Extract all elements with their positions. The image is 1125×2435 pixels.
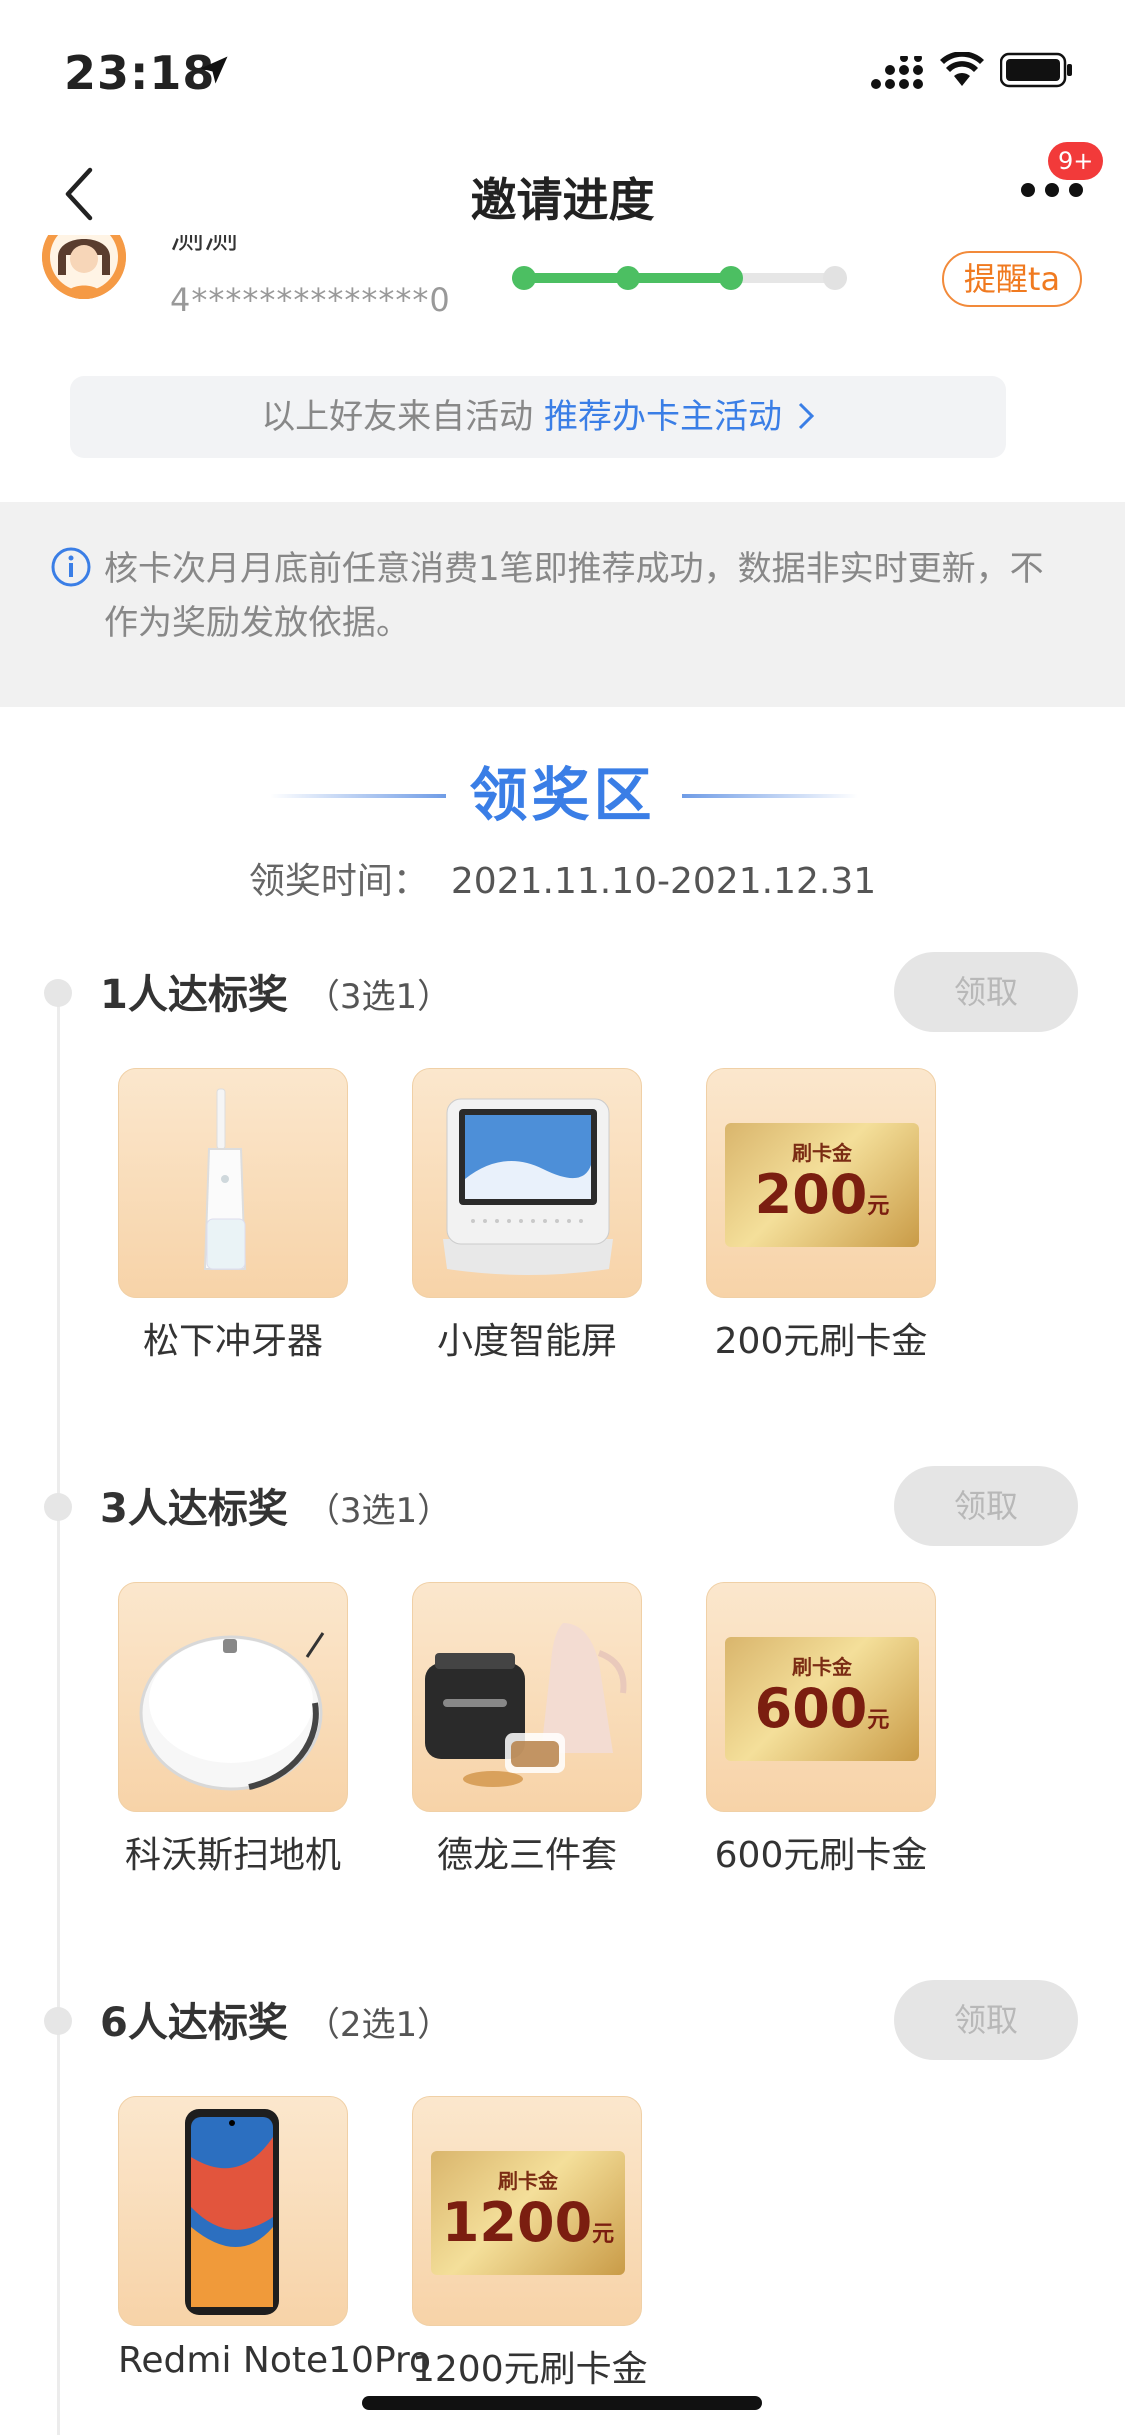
prize-name: Redmi Note10Pro — [118, 2340, 432, 2381]
prize-image: 刷卡金 1200元 — [412, 2096, 642, 2326]
friend-row: 测测 4**************0 提醒ta — [0, 235, 1125, 335]
prize-item[interactable]: 刷卡金 1200元 1200元刷卡金 — [412, 2096, 648, 2392]
award-time-value: 2021.11.10-2021.12.31 — [450, 861, 877, 902]
prize-item[interactable]: 刷卡金 200元 200元刷卡金 — [706, 1068, 936, 1364]
claim-button[interactable]: 领取 — [894, 1980, 1078, 2060]
notice-text: 核卡次月月底前任意消费1笔即推荐成功，数据非实时更新，不作为奖励发放依据。 — [104, 549, 1044, 643]
chevron-right-icon — [798, 402, 814, 430]
invite-progress-bar — [512, 266, 847, 290]
prize-item[interactable]: Redmi Note10Pro — [118, 2096, 432, 2381]
prize-name: 小度智能屏 — [436, 1321, 617, 1362]
card-amount-value: 1200 — [441, 2191, 593, 2254]
friend-card-number: 4**************0 — [170, 281, 451, 319]
battery-icon — [1000, 52, 1072, 88]
progress-step-dot — [512, 266, 536, 290]
timeline-line — [57, 990, 60, 2435]
prize-image: 刷卡金 200元 — [706, 1068, 936, 1298]
source-link-label: 推荐办卡主活动 — [544, 397, 782, 437]
prize-image — [412, 1068, 642, 1298]
location-arrow-icon — [200, 56, 228, 84]
prize-image — [118, 2096, 348, 2326]
prize-name: 松下冲牙器 — [142, 1321, 323, 1362]
person-avatar-icon — [42, 235, 126, 299]
tier-note: （3选1） — [305, 977, 452, 1017]
award-time-label: 领奖时间： — [248, 861, 429, 902]
robot-vacuum-icon — [139, 1632, 325, 1791]
nav-bar: 邀请进度 9+ — [0, 140, 1125, 245]
tier-title-text: 3人达标奖 — [100, 1486, 288, 1532]
notice-panel: 核卡次月月底前任意消费1笔即推荐成功，数据非实时更新，不作为奖励发放依据。 — [0, 502, 1125, 707]
prize-name: 科沃斯扫地机 — [124, 1835, 341, 1876]
page-title: 邀请进度 — [470, 173, 655, 227]
progress-step-dot — [719, 266, 744, 290]
prize-image — [118, 1068, 348, 1298]
friend-name: 测测 — [170, 235, 238, 257]
card-unit: 元 — [592, 2222, 615, 2247]
prize-name: 600元刷卡金 — [714, 1835, 928, 1876]
claim-button[interactable]: 领取 — [894, 1466, 1078, 1546]
card-amount: 200元 — [725, 1163, 919, 1226]
card-amount: 600元 — [725, 1677, 919, 1740]
prize-item[interactable]: 科沃斯扫地机 — [118, 1582, 348, 1878]
tier-note: （3选1） — [305, 1491, 452, 1531]
prize-name: 德龙三件套 — [436, 1835, 617, 1876]
info-icon — [51, 547, 91, 587]
prize-image — [118, 1582, 348, 1812]
avatar — [42, 235, 126, 299]
smartphone-icon — [185, 2109, 279, 2315]
award-time: 领奖时间： 2021.11.10-2021.12.31 — [0, 852, 1125, 904]
award-title: 领奖区 — [469, 761, 656, 829]
prize-item[interactable]: 德龙三件套 — [412, 1582, 642, 1878]
timeline-dot — [44, 2007, 72, 2035]
card-amount: 1200元 — [431, 2191, 625, 2254]
prize-item[interactable]: 松下冲牙器 — [118, 1068, 348, 1364]
progress-step-dot — [823, 266, 847, 290]
source-activity-link[interactable]: 推荐办卡主活动 — [544, 397, 815, 437]
tier-title: 1人达标奖 （3选1） — [100, 962, 451, 1020]
source-text: 以上好友来自活动 — [261, 397, 534, 437]
gold-card-icon: 刷卡金 200元 — [725, 1123, 919, 1247]
kitchen-set-icon — [425, 1623, 627, 1787]
card-amount-value: 600 — [754, 1677, 868, 1740]
status-time: 23:18 — [64, 46, 216, 100]
card-unit: 元 — [867, 1194, 890, 1219]
divider-left — [270, 794, 446, 798]
prize-item[interactable]: 小度智能屏 — [412, 1068, 642, 1364]
prize-item[interactable]: 刷卡金 600元 600元刷卡金 — [706, 1582, 936, 1878]
home-indicator — [362, 2396, 762, 2410]
prize-name: 200元刷卡金 — [714, 1321, 928, 1362]
timeline-dot — [44, 979, 72, 1007]
tier-title: 3人达标奖 （3选1） — [100, 1476, 451, 1534]
smart-display-icon — [443, 1098, 613, 1275]
card-label: 刷卡金 — [792, 1141, 852, 1165]
cellular-signal-icon — [871, 56, 923, 89]
remind-button[interactable]: 提醒ta — [942, 251, 1082, 307]
more-dots-icon[interactable] — [1020, 180, 1084, 200]
tier-title-text: 6人达标奖 — [100, 2000, 288, 2046]
tier-title: 6人达标奖 （2选1） — [100, 1990, 451, 2048]
card-label: 刷卡金 — [792, 1655, 852, 1679]
prize-image: 刷卡金 600元 — [706, 1582, 936, 1812]
tier-title-text: 1人达标奖 — [100, 972, 288, 1018]
card-amount-value: 200 — [754, 1163, 868, 1226]
card-label: 刷卡金 — [498, 2169, 558, 2193]
wifi-icon — [940, 52, 984, 86]
tier-note: （2选1） — [305, 2005, 452, 2045]
timeline-dot — [44, 1493, 72, 1521]
divider-right — [682, 794, 858, 798]
gold-card-icon: 刷卡金 1200元 — [431, 2151, 625, 2275]
card-unit: 元 — [867, 1708, 890, 1733]
prize-image — [412, 1582, 642, 1812]
status-bar: 23:18 — [0, 0, 1125, 140]
gold-card-icon: 刷卡金 600元 — [725, 1637, 919, 1761]
source-activity-box: 以上好友来自活动 推荐办卡主活动 — [70, 376, 1006, 458]
notification-badge: 9+ — [1048, 142, 1104, 180]
water-flosser-icon — [203, 1088, 247, 1270]
progress-step-dot — [615, 266, 640, 290]
claim-button[interactable]: 领取 — [894, 952, 1078, 1032]
prize-name: 1200元刷卡金 — [412, 2349, 648, 2390]
award-section-header: 领奖区 — [0, 752, 1125, 842]
